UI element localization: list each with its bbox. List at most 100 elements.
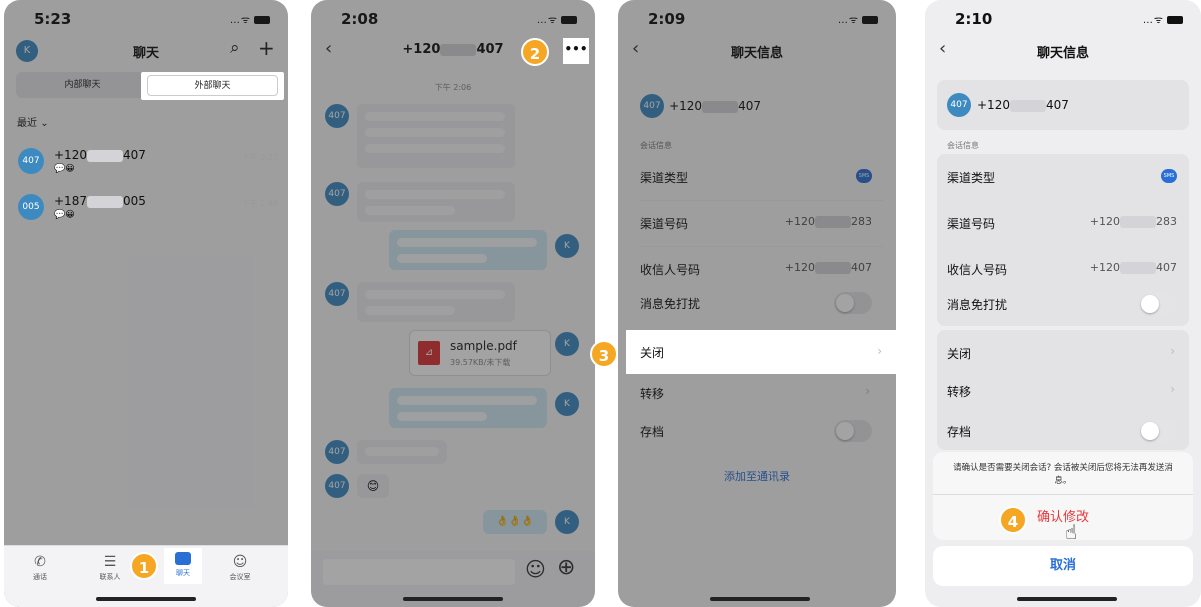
file-attachment[interactable]: ⊿ sample.pdf 39.57KB/未下载 bbox=[409, 330, 551, 376]
signal-icons: …ᯤ bbox=[1143, 12, 1183, 26]
section-label: 会话信息 bbox=[947, 141, 979, 150]
search-icon[interactable]: ⌕ bbox=[230, 38, 240, 58]
row-value: +120 283 bbox=[1089, 215, 1177, 228]
dnd-toggle[interactable] bbox=[834, 292, 872, 314]
info-card: 渠道类型 SMS 渠道号码 +120 283 收信人号码 +120 407 bbox=[937, 154, 1189, 294]
message-input[interactable] bbox=[323, 559, 515, 585]
step-badge: 3 bbox=[590, 340, 618, 368]
plus-circle-icon[interactable]: ⊕ bbox=[557, 555, 575, 580]
sms-icon: SMS bbox=[856, 169, 872, 183]
archive-toggle[interactable] bbox=[834, 420, 872, 442]
tab-internal-chat[interactable]: 内部聊天 bbox=[20, 75, 145, 95]
contact-header: 407 +120 407 bbox=[640, 94, 761, 118]
info-card: 渠道类型 SMS 渠道号码 +120 283 收信人号码 +120 407 bbox=[630, 154, 884, 294]
row-label: 渠道类型 bbox=[947, 171, 996, 185]
phone-icon: ✆ bbox=[34, 554, 46, 570]
status-time: 2:08 bbox=[341, 10, 379, 28]
contact-avatar: 407 bbox=[18, 148, 44, 174]
status-time: 2:09 bbox=[648, 10, 686, 28]
message-bubble[interactable] bbox=[357, 182, 515, 222]
row-do-not-disturb: 消息免打扰 bbox=[937, 282, 1189, 326]
pointer-hand-icon: ☝ bbox=[1065, 520, 1078, 544]
chevron-right-icon: › bbox=[1170, 344, 1175, 358]
confirm-action-sheet: 请确认是否需要关闭会话? 会话被关闭后您将无法再发送消息。 确认修改 bbox=[933, 452, 1193, 540]
actions-card: 关闭 › 转移 › 存档 bbox=[937, 330, 1189, 450]
chat-name: +120 407 bbox=[54, 148, 146, 162]
row-label: 渠道号码 bbox=[640, 217, 689, 231]
status-time: 2:10 bbox=[955, 10, 993, 28]
row-channel-number: 渠道号码 +120 283 bbox=[937, 200, 1189, 246]
tab-contacts[interactable]: ☰ 联系人 bbox=[90, 554, 130, 582]
tab-chat[interactable]: 聊天 bbox=[164, 548, 202, 584]
tab-external-chat[interactable]: 外部聊天 bbox=[147, 75, 278, 96]
step-badge: 2 bbox=[521, 38, 549, 66]
phone-screen-chat-info: 2:09 …ᯤ ‹ 聊天信息 407 +120 407 会话信息 渠道类型 SMS… bbox=[618, 0, 896, 607]
contact-header: 407 +120 407 bbox=[937, 80, 1189, 130]
chevron-right-icon: › bbox=[877, 344, 882, 358]
row-value: +120 407 bbox=[1089, 261, 1177, 274]
row-channel-type: 渠道类型 SMS bbox=[630, 154, 884, 200]
conversation-title: +120 407 bbox=[402, 42, 504, 57]
emoji-icon[interactable]: ☺ bbox=[525, 557, 546, 581]
contact-avatar: 407 bbox=[947, 93, 971, 117]
emoji-message[interactable]: 😊 bbox=[357, 474, 389, 498]
meeting-icon: ☺ bbox=[232, 554, 248, 570]
row-close[interactable]: 关闭 › bbox=[626, 330, 896, 374]
row-label: 收信人号码 bbox=[947, 263, 1008, 277]
step-badge: 4 bbox=[999, 506, 1027, 534]
row-value: +120 407 bbox=[784, 261, 872, 274]
chevron-right-icon: › bbox=[1170, 382, 1175, 396]
more-options-icon[interactable]: ••• bbox=[563, 38, 589, 64]
status-bar: 2:09 …ᯤ bbox=[618, 0, 896, 34]
signal-icons: …ᯤ bbox=[838, 12, 878, 26]
contacts-icon: ☰ bbox=[103, 554, 117, 570]
archive-toggle[interactable] bbox=[1139, 420, 1177, 442]
peer-avatar: 407 bbox=[325, 440, 349, 464]
page-title: 聊天信息 bbox=[730, 46, 783, 61]
message-bubble[interactable] bbox=[357, 104, 515, 168]
row-channel-number: 渠道号码 +120 283 bbox=[630, 200, 884, 246]
status-bar: 5:23 …ᯤ bbox=[4, 0, 288, 34]
confirm-button[interactable]: 确认修改 bbox=[933, 498, 1193, 538]
message-bubble-sent[interactable] bbox=[389, 388, 547, 428]
row-label: 消息免打扰 bbox=[947, 298, 1008, 312]
tab-meetings[interactable]: ☺ 会议室 bbox=[220, 554, 260, 582]
message-bubble-sent[interactable] bbox=[389, 230, 547, 270]
signal-icons: …ᯤ bbox=[537, 12, 577, 26]
row-do-not-disturb: 消息免打扰 bbox=[630, 280, 884, 326]
add-to-contacts-link[interactable]: 添加至通讯录 bbox=[618, 468, 896, 484]
filter-recent[interactable]: 最近 ⌄ bbox=[17, 114, 49, 129]
row-label: 消息免打扰 bbox=[640, 297, 701, 311]
row-label: 关闭 bbox=[640, 346, 665, 360]
tab-chat-label: 聊天 bbox=[176, 569, 190, 577]
my-avatar: K bbox=[555, 392, 579, 416]
dialog-message: 请确认是否需要关闭会话? 会话被关闭后您将无法再发送消息。 bbox=[953, 463, 1173, 486]
row-channel-type: 渠道类型 SMS bbox=[937, 154, 1189, 200]
chat-time: 下午 3:27 bbox=[241, 153, 278, 162]
chat-list-item[interactable]: 407 +120 407 下午 3:27 💬😀 bbox=[16, 146, 278, 180]
tab-calls[interactable]: ✆ 通话 bbox=[20, 554, 60, 582]
row-label: 转移 bbox=[640, 387, 665, 401]
chevron-right-icon: › bbox=[865, 384, 870, 398]
add-icon[interactable]: + bbox=[258, 36, 275, 60]
message-bubble[interactable] bbox=[357, 282, 515, 322]
file-meta: 39.57KB/未下载 bbox=[450, 358, 511, 367]
my-avatar: K bbox=[555, 234, 579, 258]
row-label: 渠道号码 bbox=[947, 217, 996, 231]
phone-screen-chats: 5:23 …ᯤ K 聊天 ⌕ + 内部聊天 外部聊天 最近 ⌄ 407 +120… bbox=[4, 0, 288, 607]
highlight-external-tab: 外部聊天 bbox=[141, 72, 284, 100]
step-badge: 1 bbox=[130, 552, 158, 580]
row-label: 转移 bbox=[947, 385, 972, 399]
peer-avatar: 407 bbox=[325, 282, 349, 306]
emoji-message-sent[interactable]: 👌👌👌 bbox=[483, 510, 547, 534]
message-bubble[interactable] bbox=[357, 440, 447, 464]
page-title: 聊天信息 bbox=[1036, 46, 1089, 61]
peer-avatar: 407 bbox=[325, 182, 349, 206]
sms-emoji-icons: 💬😀 bbox=[54, 210, 75, 220]
dnd-toggle[interactable] bbox=[1139, 293, 1177, 315]
contact-number: +120 407 bbox=[669, 99, 761, 113]
message-timestamp: 下午 2:06 bbox=[434, 83, 472, 92]
cancel-button[interactable]: 取消 bbox=[933, 546, 1193, 586]
chat-list-item[interactable]: 005 +187 005 下午 1:46 💬😀 bbox=[16, 192, 278, 226]
row-label: 存档 bbox=[640, 425, 665, 439]
